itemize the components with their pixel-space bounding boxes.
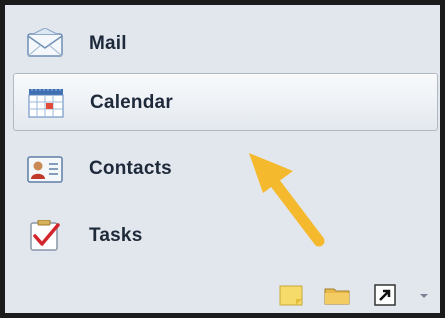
nav-item-label: Tasks <box>89 225 143 246</box>
nav-item-mail[interactable]: Mail <box>13 15 438 73</box>
contacts-icon <box>25 153 65 185</box>
nav-item-tasks[interactable]: Tasks <box>13 207 438 265</box>
configure-buttons-chevron-icon[interactable] <box>415 282 433 308</box>
annotation-arrow-icon <box>249 153 325 247</box>
mail-icon <box>25 27 65 60</box>
navigation-pane-bottom-bar <box>277 282 437 308</box>
calendar-icon <box>26 87 66 119</box>
shortcut-icon[interactable] <box>371 282 399 308</box>
nav-item-label: Calendar <box>90 92 173 113</box>
tasks-icon <box>25 219 65 252</box>
nav-item-label: Mail <box>89 33 127 54</box>
navigation-pane: Mail Calendar Contacts Tasks <box>0 0 445 318</box>
nav-item-contacts[interactable]: Contacts <box>13 140 438 198</box>
nav-item-label: Contacts <box>89 158 172 179</box>
nav-item-calendar[interactable]: Calendar <box>13 73 438 131</box>
folder-icon[interactable] <box>323 282 351 308</box>
notes-icon[interactable] <box>277 282 305 308</box>
